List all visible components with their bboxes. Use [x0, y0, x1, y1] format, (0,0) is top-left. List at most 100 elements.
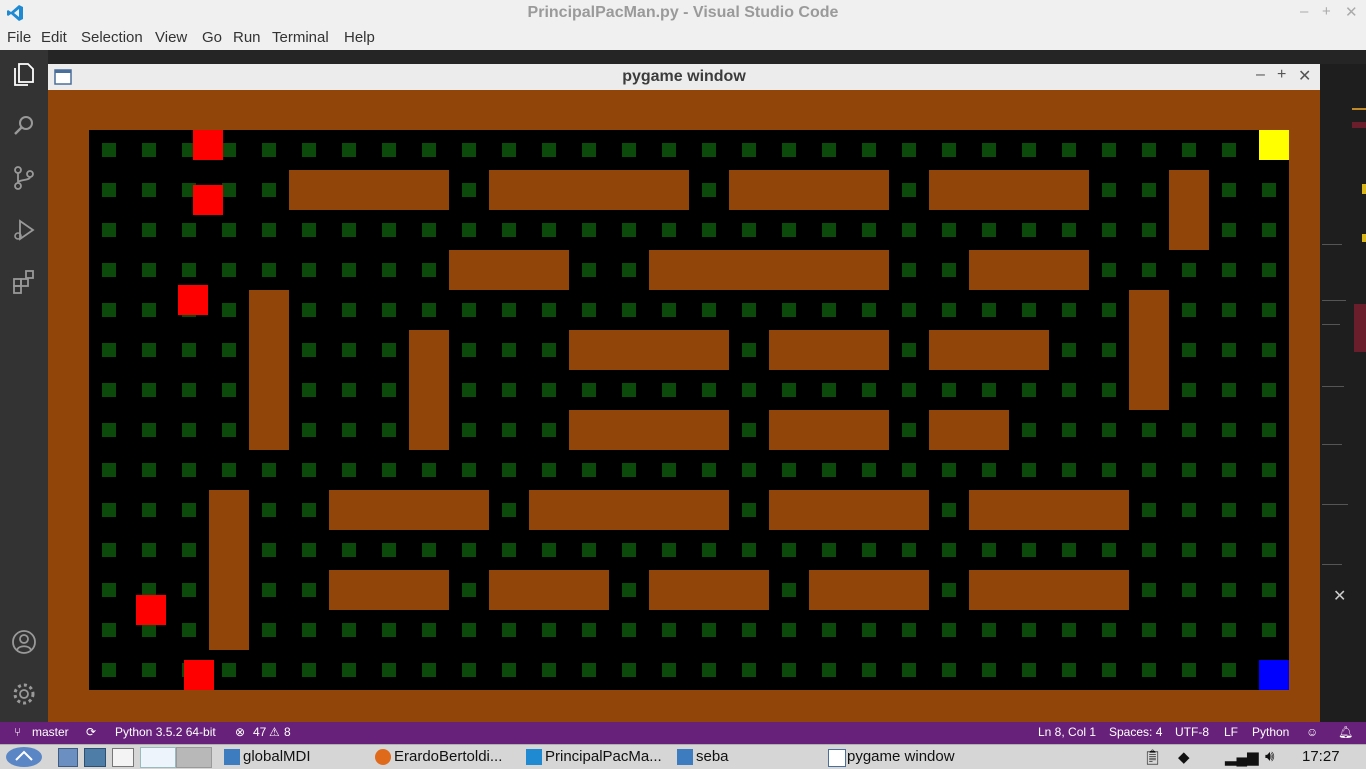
pellet [102, 423, 116, 437]
pellet [822, 303, 836, 317]
pellet [622, 543, 636, 557]
pellet [182, 263, 196, 277]
pygame-minimize-icon[interactable]: – [1256, 66, 1265, 84]
pellet [222, 463, 236, 477]
pellet [502, 423, 516, 437]
notifications-icon[interactable]: 🔔︎ [1338, 725, 1353, 739]
pellet [1262, 223, 1276, 237]
minimize-icon[interactable]: – [1300, 3, 1308, 20]
pellet [582, 543, 596, 557]
menu-edit[interactable]: Edit [41, 29, 67, 46]
pellet [302, 503, 316, 517]
network-signal-icon[interactable]: ▂▄▆ [1225, 748, 1259, 766]
close-panel-icon[interactable]: ✕ [1333, 586, 1346, 606]
pellet [742, 343, 756, 357]
maximize-icon[interactable]: + [1322, 3, 1331, 20]
clipboard-icon[interactable]: 📋︎ [1143, 748, 1162, 766]
problems-count[interactable]: 47 [253, 725, 266, 739]
pellet [862, 143, 876, 157]
task-pygame[interactable]: pygame window [847, 748, 955, 765]
menu-selection[interactable]: Selection [81, 29, 143, 46]
pellet [382, 263, 396, 277]
pellet [182, 463, 196, 477]
maze-wall [329, 490, 489, 530]
task-vscode[interactable]: PrincipalPacMa... [545, 748, 662, 765]
pellet [102, 543, 116, 557]
task-globalmdi[interactable]: globalMDI [243, 748, 311, 765]
menu-run[interactable]: Run [233, 29, 261, 46]
pellet [462, 663, 476, 677]
pellet [1262, 503, 1276, 517]
show-desktop-icon[interactable] [58, 748, 78, 767]
pellet [702, 183, 716, 197]
search-icon[interactable] [10, 112, 38, 140]
vscode-titlebar: PrincipalPacMan.py - Visual Studio Code … [0, 0, 1366, 27]
settings-gear-icon[interactable] [10, 680, 38, 708]
menu-terminal[interactable]: Terminal [272, 29, 329, 46]
workspace-2[interactable] [176, 747, 212, 768]
task-firefox[interactable]: ErardoBertoldi... [394, 748, 502, 765]
pellet [782, 223, 796, 237]
menu-go[interactable]: Go [202, 29, 222, 46]
pellet [822, 623, 836, 637]
menu-bar: File Edit Selection View Go Run Terminal… [0, 26, 1366, 50]
pellet [502, 463, 516, 477]
source-control-icon[interactable] [10, 164, 38, 192]
pellet [1142, 583, 1156, 597]
update-alert-icon[interactable]: ◆ [1178, 748, 1190, 766]
volume-icon[interactable]: 🔊︎ [1265, 748, 1274, 765]
line-ending[interactable]: LF [1224, 725, 1238, 739]
game-canvas[interactable] [48, 90, 1320, 728]
branch-icon[interactable]: ⑂ [14, 725, 21, 739]
terminal-app-icon[interactable] [112, 748, 134, 767]
error-icon[interactable]: ⊗ [235, 725, 245, 739]
explorer-icon[interactable] [10, 60, 38, 88]
pellet [1182, 543, 1196, 557]
pellet [742, 543, 756, 557]
pygame-close-icon[interactable]: ✕ [1298, 66, 1311, 86]
account-icon[interactable] [10, 628, 38, 656]
close-icon[interactable]: ✕ [1345, 3, 1358, 21]
pellet [382, 543, 396, 557]
pellet [262, 583, 276, 597]
minimap[interactable] [1318, 64, 1366, 722]
pygame-maximize-icon[interactable]: + [1277, 66, 1286, 84]
pellet [342, 383, 356, 397]
pellet [1222, 583, 1236, 597]
workspace-1[interactable] [140, 747, 176, 768]
settings-app-icon[interactable] [84, 748, 106, 767]
sync-icon[interactable]: ⟳ [86, 725, 96, 739]
warning-icon[interactable]: ⚠ [269, 725, 280, 739]
pellet [902, 383, 916, 397]
pellet [982, 223, 996, 237]
pellet [142, 263, 156, 277]
pellet [1142, 143, 1156, 157]
encoding[interactable]: UTF-8 [1175, 725, 1209, 739]
menu-file[interactable]: File [7, 29, 31, 46]
branch-name[interactable]: master [32, 725, 69, 739]
pellet [102, 583, 116, 597]
extensions-icon[interactable] [10, 268, 38, 296]
menu-help[interactable]: Help [344, 29, 375, 46]
pellet [902, 183, 916, 197]
python-interpreter[interactable]: Python 3.5.2 64-bit [115, 725, 216, 739]
pellet [142, 183, 156, 197]
feedback-icon[interactable]: ☺ [1306, 725, 1318, 739]
indentation[interactable]: Spaces: 4 [1109, 725, 1162, 739]
cursor-position[interactable]: Ln 8, Col 1 [1038, 725, 1096, 739]
language-mode[interactable]: Python [1252, 725, 1289, 739]
pellet [582, 303, 596, 317]
pellet [262, 143, 276, 157]
pellet [102, 223, 116, 237]
pellet [502, 623, 516, 637]
task-seba[interactable]: seba [696, 748, 729, 765]
warnings-count[interactable]: 8 [284, 725, 291, 739]
pellet [1262, 183, 1276, 197]
menu-view[interactable]: View [155, 29, 187, 46]
pellet [862, 663, 876, 677]
pellet [1062, 223, 1076, 237]
start-menu-icon[interactable] [4, 746, 44, 768]
maze-wall [449, 250, 569, 290]
pellet [222, 303, 236, 317]
run-debug-icon[interactable] [10, 216, 38, 244]
